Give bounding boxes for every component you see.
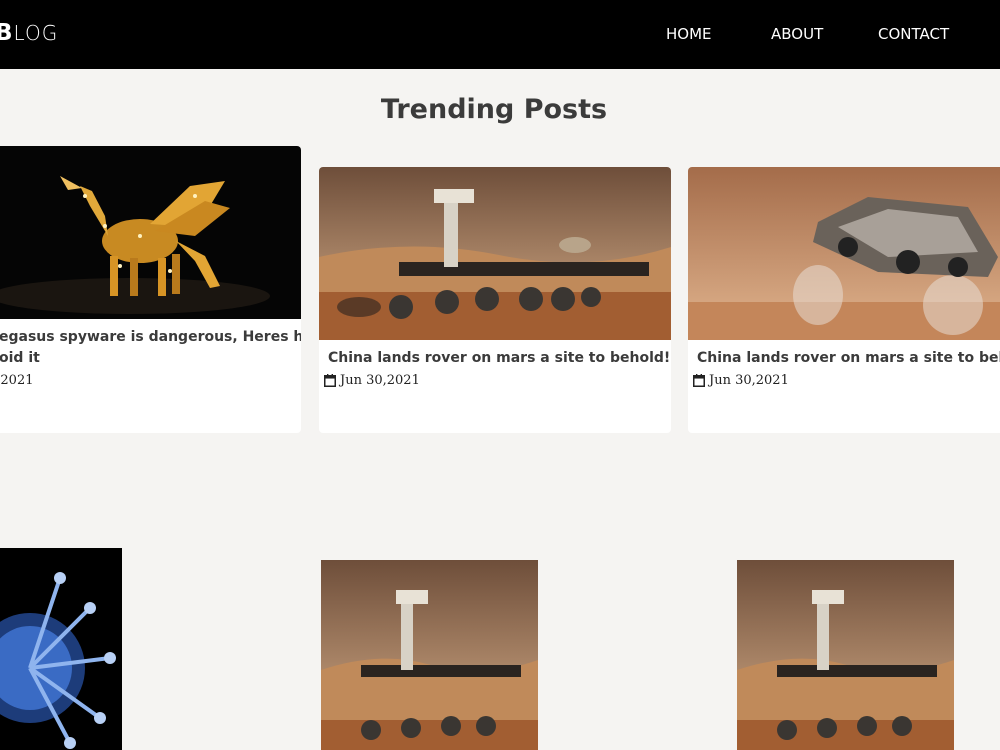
post-date: Jun 30,2021 — [324, 373, 420, 388]
trending-post-card[interactable]: China lands rover on mars a site to beho… — [319, 167, 671, 433]
post-date-text: Jun 30,2021 — [340, 373, 420, 388]
nav-home-link[interactable]: HOME — [666, 25, 712, 43]
calendar-icon — [693, 374, 705, 387]
brand-first-letter: B — [0, 20, 14, 46]
mars-rover-image[interactable] — [321, 560, 538, 750]
post-title-line2[interactable]: oid it — [0, 348, 295, 369]
brand-rest: LOG — [13, 21, 59, 45]
trending-post-card[interactable]: China lands rover on mars a site to beho… — [688, 167, 1000, 433]
calendar-icon — [324, 374, 336, 387]
top-navbar: BLOG HOME ABOUT CONTACT — [0, 0, 1000, 69]
trending-section-title: Trending Posts — [380, 94, 608, 125]
trending-post-card[interactable]: egasus spyware is dangerous, Heres how o… — [0, 146, 301, 433]
post-title[interactable]: China lands rover on mars a site to beho… — [697, 348, 1000, 369]
virus-image[interactable] — [0, 548, 122, 750]
post-date: 0,2021 — [0, 373, 34, 388]
post-date: Jun 30,2021 — [693, 373, 789, 388]
nav-about-link[interactable]: ABOUT — [771, 25, 823, 43]
post-date-text: 0,2021 — [0, 373, 34, 388]
post-title-line1[interactable]: egasus spyware is dangerous, Heres how — [0, 327, 301, 348]
golden-pegasus-image — [0, 146, 301, 319]
mars-lander-image — [688, 167, 1000, 340]
post-title[interactable]: China lands rover on mars a site to beho… — [328, 348, 670, 369]
brand-logo[interactable]: BLOG — [0, 20, 58, 46]
mars-rover-image[interactable] — [737, 560, 954, 750]
mars-rover-image — [319, 167, 671, 340]
nav-contact-link[interactable]: CONTACT — [878, 25, 949, 43]
post-date-text: Jun 30,2021 — [709, 373, 789, 388]
